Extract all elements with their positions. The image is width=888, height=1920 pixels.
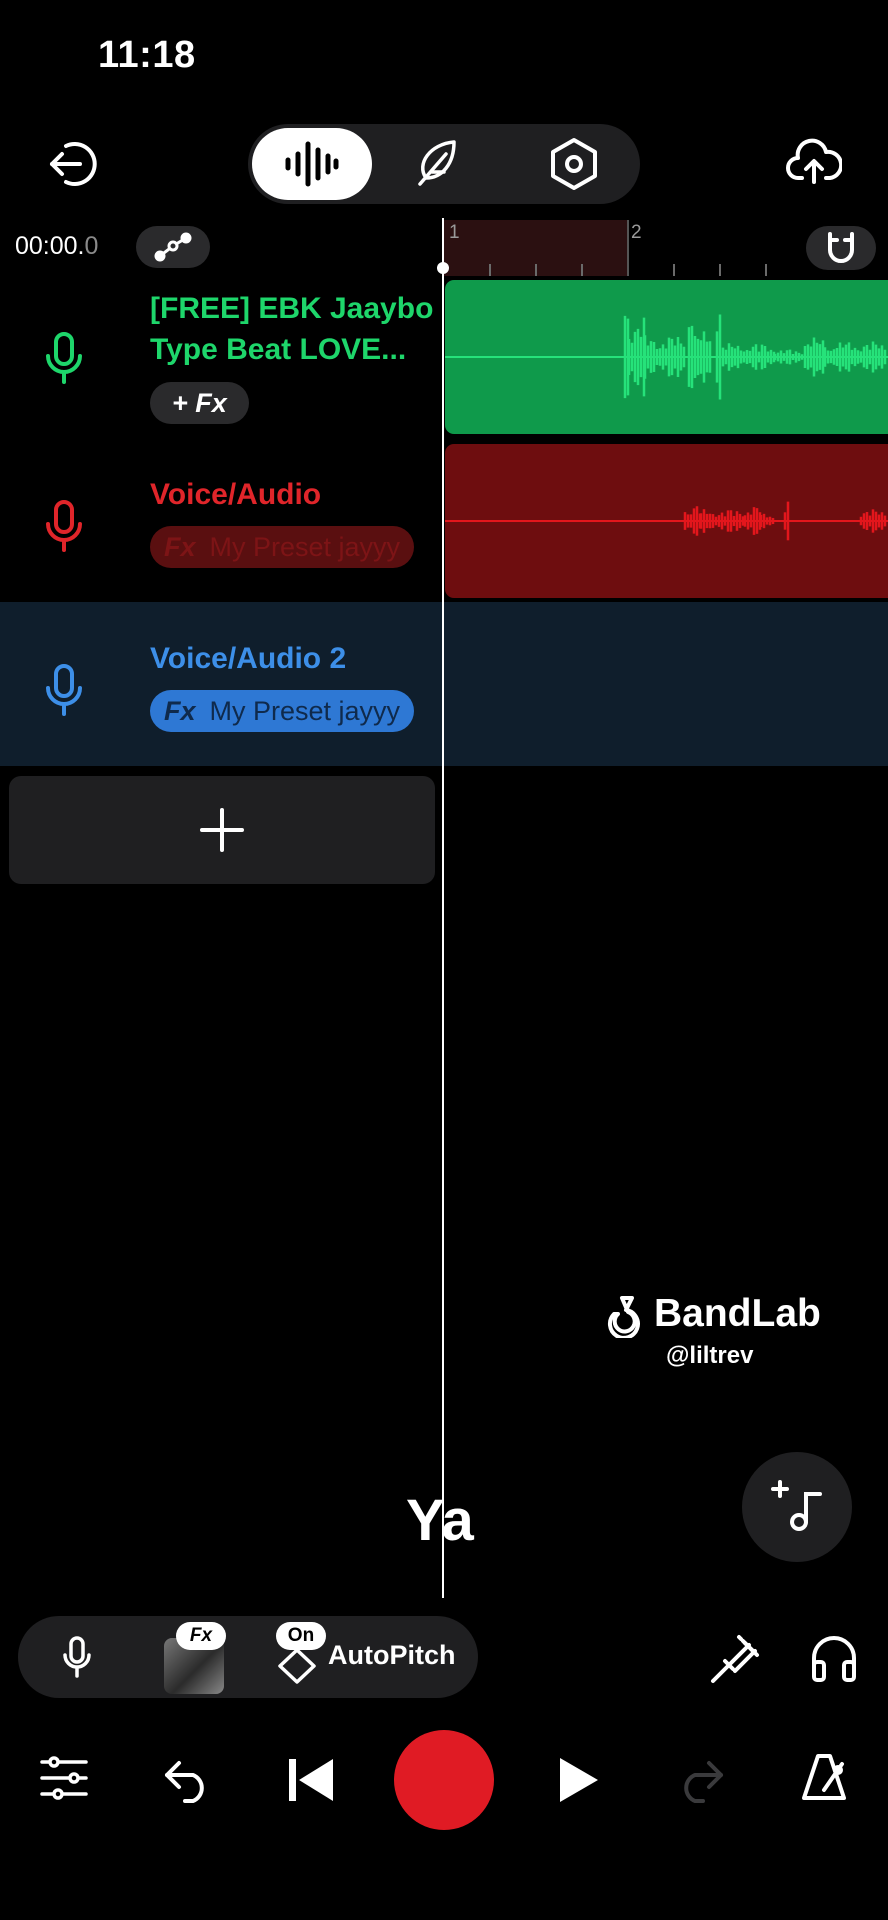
play-button[interactable] [550, 1752, 606, 1808]
skip-back-button[interactable] [282, 1752, 338, 1808]
clip-waveform [445, 314, 888, 400]
track-header[interactable]: Voice/Audio Fx My Preset jayyy [0, 444, 440, 598]
exit-icon [50, 142, 97, 186]
metronome-icon [802, 1754, 846, 1800]
user-handle: @liltrev [666, 1342, 754, 1369]
add-music-button[interactable] [742, 1452, 852, 1562]
track-header[interactable]: [FREE] EBK Jaaybo Type Beat LOVE... + Fx [0, 280, 440, 434]
playhead[interactable] [442, 218, 444, 1598]
cloud-upload-icon [786, 138, 844, 184]
fx-badge: Fx [176, 1622, 226, 1650]
add-fx-button[interactable]: + Fx [150, 382, 249, 424]
microphone-icon [63, 1636, 91, 1678]
clip-waveform [445, 501, 888, 541]
exit-button[interactable] [44, 136, 100, 192]
ruler-mark: 1 [449, 222, 460, 243]
sliders-icon [40, 1756, 88, 1800]
redo-icon [684, 1761, 723, 1803]
undo-icon [165, 1761, 204, 1803]
play-icon [560, 1758, 598, 1802]
mixer-button[interactable] [36, 1750, 92, 1806]
ruler-mark: 2 [631, 222, 642, 243]
record-button[interactable] [394, 1730, 494, 1830]
audio-clip[interactable] [445, 280, 888, 434]
autopitch-icon [278, 1648, 316, 1684]
microphone-icon [46, 500, 82, 552]
bandlab-logo-icon [607, 1296, 640, 1338]
settings-icon [551, 138, 597, 190]
autopitch-button[interactable]: AutoPitch [328, 1640, 456, 1671]
autopitch-status-badge: On [276, 1622, 326, 1650]
playhead-handle[interactable] [437, 262, 449, 274]
track-name: [FREE] EBK Jaaybo Type Beat LOVE... [150, 292, 434, 366]
track-header[interactable]: Voice/Audio 2 Fx My Preset jayyy [0, 608, 440, 762]
automation-icon [154, 232, 192, 262]
status-time: 11:18 [98, 34, 196, 76]
tuning-fork-icon [711, 1635, 759, 1683]
time-main: 00:00. [15, 232, 85, 260]
add-music-icon [771, 1480, 822, 1531]
metronome-button[interactable] [796, 1750, 852, 1806]
undo-button[interactable] [160, 1752, 216, 1808]
tab-settings[interactable] [544, 134, 604, 194]
time-readout: 00:00.0 [15, 232, 98, 261]
track-name: Voice/Audio 2 [150, 642, 347, 675]
brand-name: BandLab [654, 1292, 821, 1335]
add-track-button[interactable] [9, 776, 435, 884]
microphone-icon [46, 664, 82, 716]
waveform-icon [285, 141, 339, 187]
feather-icon [418, 140, 456, 186]
lyric-overlay: Ya [406, 1488, 474, 1553]
track-name: Voice/Audio [150, 478, 322, 511]
tab-lyrics[interactable] [406, 134, 466, 194]
fx-preset-button[interactable]: Fx My Preset jayyy [150, 526, 415, 568]
tuner-button[interactable] [706, 1630, 764, 1688]
microphone-icon [46, 332, 82, 384]
mode-switcher [248, 124, 640, 204]
skip-back-icon [289, 1759, 333, 1801]
time-fraction: 0 [84, 232, 99, 260]
magnet-icon [828, 232, 854, 263]
cloud-upload-button[interactable] [786, 136, 844, 192]
tab-tracks[interactable] [252, 128, 372, 200]
redo-button[interactable] [672, 1752, 728, 1808]
headphones-icon [812, 1636, 856, 1682]
automation-button[interactable] [136, 226, 210, 268]
headphones-button[interactable] [804, 1628, 864, 1688]
plus-icon [200, 808, 244, 852]
input-mic-button[interactable] [52, 1632, 102, 1682]
audio-clip[interactable] [445, 444, 888, 598]
tool-bar: Fx On AutoPitch [18, 1616, 478, 1698]
fx-preset-button[interactable]: Fx My Preset jayyy [150, 690, 415, 732]
snap-button[interactable] [806, 226, 876, 270]
